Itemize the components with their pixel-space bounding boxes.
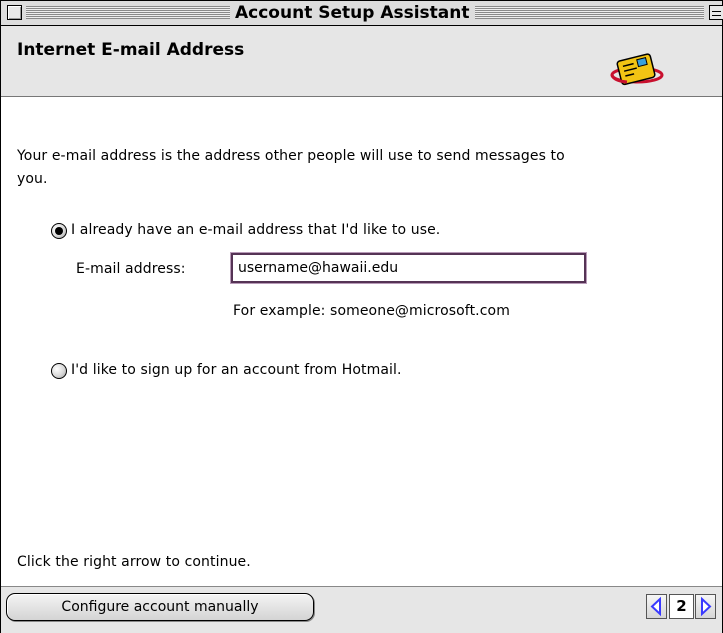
email-address-field[interactable]: username@hawaii.edu: [230, 252, 587, 284]
continue-instruction: Click the right arrow to continue.: [17, 554, 251, 570]
right-arrow-icon: [701, 596, 712, 617]
example-hint: For example: someone@microsoft.com: [233, 303, 510, 319]
page-number: 2: [669, 594, 694, 619]
email-address-label: E-mail address:: [76, 261, 186, 277]
collapse-box-button[interactable]: [709, 5, 723, 20]
hotmail-signup-label[interactable]: I'd like to sign up for an account from …: [71, 362, 402, 378]
existing-address-label[interactable]: I already have an e-mail address that I'…: [71, 222, 440, 238]
left-arrow-icon: [650, 596, 661, 617]
forward-arrow-button[interactable]: [695, 594, 716, 619]
configure-manually-button[interactable]: Configure account manually: [6, 593, 314, 621]
close-box-button[interactable]: [7, 5, 22, 20]
page-title: Internet E-mail Address: [17, 40, 245, 60]
intro-text-line2: you.: [17, 171, 48, 187]
intro-text-line1: Your e-mail address is the address other…: [17, 148, 565, 164]
window-title: Account Setup Assistant: [230, 2, 475, 24]
mail-envelope-icon: [610, 53, 664, 86]
hotmail-signup-radio[interactable]: [51, 363, 67, 379]
existing-address-radio[interactable]: [51, 223, 67, 239]
back-arrow-button[interactable]: [646, 594, 667, 619]
title-bar[interactable]: Account Setup Assistant: [1, 1, 723, 26]
account-setup-window: Account Setup Assistant Internet E-mail …: [0, 0, 723, 633]
